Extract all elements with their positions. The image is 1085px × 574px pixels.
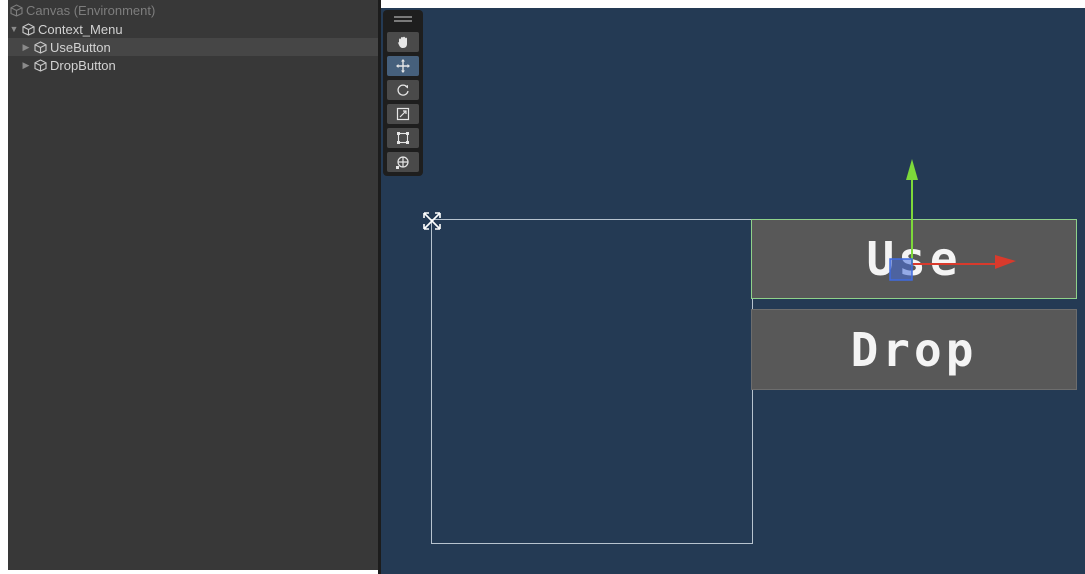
hand-icon: [397, 36, 407, 48]
gameobject-icon: [20, 22, 36, 36]
gameobject-icon: [8, 3, 24, 17]
scene-toolbar: [383, 10, 423, 176]
use-button-label: Use: [866, 232, 962, 286]
gameobject-icon: [32, 40, 48, 54]
scene-view[interactable]: Use Drop: [381, 8, 1085, 574]
hierarchy-item-label: UseButton: [50, 39, 111, 55]
scale-icon: [396, 107, 410, 121]
gizmo-y-arrow-icon: [906, 159, 918, 180]
expand-arrow-icon[interactable]: ▼: [8, 24, 20, 34]
collapse-arrow-icon[interactable]: ▶: [20, 60, 32, 71]
transform-icon: [396, 156, 409, 169]
hierarchy-item-context-menu[interactable]: ▼ Context_Menu: [8, 20, 378, 38]
gameobject-icon: [32, 58, 48, 72]
toolbar-drag-handle[interactable]: [394, 16, 412, 24]
hierarchy-panel: Canvas (Environment) ▼ Context_Menu ▶ Us…: [8, 0, 378, 570]
canvas-rect-outline: [431, 219, 753, 544]
move-tool-button[interactable]: [387, 56, 419, 76]
use-button[interactable]: Use: [751, 219, 1077, 299]
hierarchy-item-canvas[interactable]: Canvas (Environment): [8, 1, 378, 19]
collapse-arrow-icon[interactable]: ▶: [20, 42, 32, 53]
rect-tool-button[interactable]: [387, 128, 419, 148]
hierarchy-item-label: Context_Menu: [38, 21, 123, 37]
hierarchy-item-use-button[interactable]: ▶ UseButton: [8, 38, 378, 56]
transform-tool-button[interactable]: [387, 152, 419, 172]
drop-button-label: Drop: [850, 322, 978, 377]
move-icon: [396, 59, 410, 73]
drop-button[interactable]: Drop: [751, 309, 1077, 390]
rect-icon: [397, 132, 409, 144]
scale-tool-button[interactable]: [387, 104, 419, 124]
rotate-tool-button[interactable]: [387, 80, 419, 100]
hand-tool-button[interactable]: [387, 32, 419, 52]
rotate-icon: [397, 84, 409, 96]
anchor-icon[interactable]: [419, 208, 445, 234]
hierarchy-item-label: DropButton: [50, 57, 116, 73]
hierarchy-item-label: Canvas (Environment): [26, 2, 156, 18]
hierarchy-item-drop-button[interactable]: ▶ DropButton: [8, 56, 378, 74]
